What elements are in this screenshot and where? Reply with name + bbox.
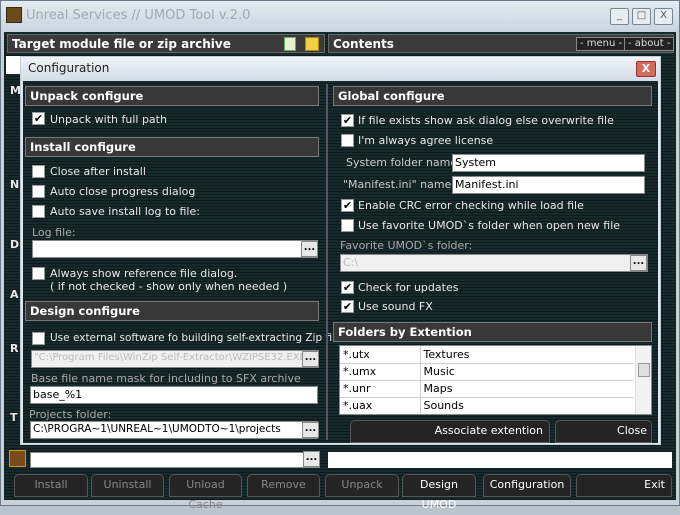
unpack-full-path-checkbox[interactable]: ✔: [32, 112, 45, 125]
mask-label: Base file name mask for including to SFX…: [31, 372, 301, 385]
side-letter: D: [10, 238, 20, 251]
close-button[interactable]: X: [654, 8, 673, 25]
sound-fx-label: Use sound FX: [358, 300, 433, 313]
associate-extension-button[interactable]: Associate extention: [350, 420, 550, 443]
extension-row[interactable]: *.umx Music: [340, 363, 633, 381]
umod-icon: [9, 450, 26, 467]
always-show-note: ( if not checked - show only when needed…: [50, 280, 288, 293]
mask-input[interactable]: base_%1: [30, 386, 318, 404]
fav-folder-browse-button[interactable]: ...: [630, 255, 647, 271]
auto-close-checkbox[interactable]: [32, 185, 45, 198]
design-section-header: Design configure: [25, 301, 319, 321]
extension-table: *.utx Textures *.umx Music *.unr Maps *.uax Sou…: [340, 346, 633, 414]
projects-browse-button[interactable]: ...: [302, 422, 319, 438]
external-path-browse-button[interactable]: ...: [302, 351, 319, 367]
remove-button[interactable]: Remove: [247, 474, 320, 497]
close-after-install-checkbox[interactable]: [32, 165, 45, 178]
auto-close-label: Auto close progress dialog: [50, 185, 196, 198]
log-file-label: Log file:: [32, 226, 76, 239]
system-folder-input[interactable]: System: [452, 154, 645, 172]
favorite-folder-checkbox[interactable]: [341, 219, 354, 232]
dialog-close-text-button[interactable]: Close: [555, 420, 652, 443]
dialog-title: Configuration: [28, 61, 110, 75]
file-path-input[interactable]: [30, 452, 320, 468]
extension-row[interactable]: *.uax Sounds: [340, 397, 633, 414]
side-letter: T: [10, 411, 18, 424]
install-button[interactable]: Install: [14, 474, 88, 497]
dialog-close-button[interactable]: X: [636, 61, 656, 77]
configuration-button[interactable]: Configuration: [483, 474, 571, 497]
agree-license-label: I'm always agree license: [358, 134, 494, 147]
agree-license-checkbox[interactable]: [341, 134, 354, 147]
auto-save-log-label: Auto save install log to file:: [50, 205, 200, 218]
projects-folder-label: Projects folder:: [29, 408, 112, 421]
fav-folder-label: Favorite UMOD`s folder:: [340, 239, 473, 252]
extension-row[interactable]: *.utx Textures: [340, 346, 633, 364]
scrollbar[interactable]: [635, 346, 651, 414]
app-icon: [6, 7, 22, 23]
maximize-button[interactable]: □: [632, 8, 651, 25]
open-folder-icon[interactable]: [305, 37, 319, 51]
check-updates-label: Check for updates: [358, 281, 459, 294]
close-after-install-label: Close after install: [50, 165, 146, 178]
check-updates-checkbox[interactable]: ✔: [341, 281, 354, 294]
unpack-full-path-label: Unpack with full path: [50, 113, 167, 126]
log-file-browse-button[interactable]: ...: [301, 241, 318, 257]
unpack-button[interactable]: Unpack: [325, 474, 399, 497]
external-software-checkbox[interactable]: [32, 332, 45, 345]
auto-save-log-checkbox[interactable]: [32, 205, 45, 218]
ask-dialog-label: If file exists show ask dialog else over…: [358, 114, 614, 127]
ask-dialog-checkbox[interactable]: ✔: [341, 114, 354, 127]
side-letter: N: [10, 178, 20, 191]
dialog-title-bar: [21, 57, 660, 81]
global-section-header: Global configure: [333, 86, 652, 106]
contents-input[interactable]: [328, 452, 672, 468]
folders-section-header: Folders by Extention: [333, 322, 652, 342]
crc-checkbox[interactable]: ✔: [341, 199, 354, 212]
uninstall-button[interactable]: Uninstall: [91, 474, 164, 497]
side-letter: R: [10, 342, 19, 355]
design-umod-button[interactable]: Design UMOD: [402, 474, 476, 511]
external-path-input[interactable]: "C:\Program Files\WinZip Self-Extractor\…: [31, 350, 319, 368]
column-divider: [326, 84, 328, 440]
system-folder-label: System folder name:: [346, 156, 461, 169]
extension-folder: Sounds: [419, 397, 633, 414]
scrollbar-thumb[interactable]: [638, 363, 650, 377]
extension-list[interactable]: *.utx Textures *.umx Music *.unr Maps *.uax Sou…: [339, 345, 652, 415]
about-button[interactable]: - about -: [624, 37, 675, 51]
window-title: Unreal Services // UMOD Tool v.2.0: [26, 8, 251, 23]
side-letter: A: [10, 288, 19, 301]
unpack-section-header: Unpack configure: [25, 86, 319, 106]
extension-pattern: *.unr: [340, 380, 420, 398]
install-section-header: Install configure: [25, 137, 319, 157]
external-software-label: Use external software fo building self-e…: [50, 332, 347, 344]
menu-button[interactable]: - menu -: [576, 37, 627, 51]
extension-folder: Textures: [419, 346, 633, 364]
manifest-input[interactable]: Manifest.ini: [452, 176, 645, 194]
log-file-input[interactable]: [32, 240, 318, 258]
fav-folder-input[interactable]: C:\: [340, 254, 648, 272]
target-header: Target module file or zip archive: [7, 34, 325, 53]
manifest-label: "Manifest.ini" named:: [343, 178, 463, 191]
extension-folder: Maps: [419, 380, 633, 398]
refresh-icon[interactable]: [284, 37, 296, 51]
always-show-label: Always show reference file dialog.: [50, 267, 238, 280]
projects-folder-input[interactable]: C:\PROGRA~1\UNREAL~1\UMODTO~1\projects: [30, 421, 318, 439]
extension-pattern: *.umx: [340, 363, 420, 381]
extension-pattern: *.uax: [340, 397, 420, 414]
unload-cache-button[interactable]: Unload Cache: [169, 474, 242, 511]
always-show-checkbox[interactable]: [32, 267, 45, 280]
extension-pattern: *.utx: [340, 346, 420, 364]
exit-button[interactable]: Exit: [576, 474, 672, 497]
minimize-button[interactable]: _: [610, 8, 629, 25]
target-input[interactable]: [6, 56, 20, 74]
extension-row[interactable]: *.unr Maps: [340, 380, 633, 398]
file-browse-button[interactable]: ...: [303, 451, 320, 467]
extension-folder: Music: [419, 363, 633, 381]
sound-fx-checkbox[interactable]: ✔: [341, 300, 354, 313]
favorite-folder-label: Use favorite UMOD`s folder when open new…: [358, 219, 621, 232]
crc-label: Enable CRC error checking while load fil…: [358, 199, 584, 212]
